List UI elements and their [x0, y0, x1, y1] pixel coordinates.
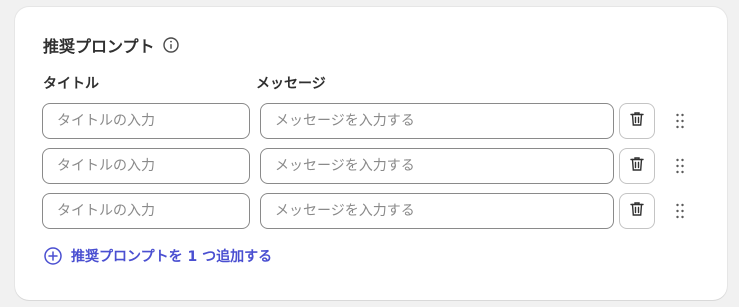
drag-handle-icon[interactable] [672, 111, 688, 131]
prompt-row [42, 193, 702, 229]
delete-prompt-button[interactable] [619, 193, 655, 229]
add-prompt-label: 推奨プロンプトを 1 つ追加する [71, 249, 273, 265]
plus-circle-icon [43, 246, 63, 266]
prompt-title-input[interactable] [42, 193, 250, 229]
drag-handle-icon[interactable] [672, 201, 688, 221]
prompt-message-input[interactable] [260, 193, 614, 229]
info-icon[interactable] [162, 36, 180, 54]
trash-icon [628, 155, 646, 177]
prompt-row [42, 148, 702, 184]
prompt-title-input[interactable] [42, 148, 250, 184]
prompt-message-input[interactable] [260, 103, 614, 139]
drag-handle-icon[interactable] [672, 156, 688, 176]
trash-icon [628, 110, 646, 132]
prompt-title-input[interactable] [42, 103, 250, 139]
trash-icon [628, 200, 646, 222]
suggested-prompts-card: 推奨プロンプト タイトル メッセージ タイトルの入力 メッセージを入力する タイ… [15, 7, 727, 300]
title-column-label: タイトル [43, 76, 99, 92]
add-prompt-button[interactable]: 推奨プロンプトを 1 つ追加する [43, 246, 272, 266]
prompt-message-input[interactable] [260, 148, 614, 184]
message-column-label: メッセージ [256, 76, 326, 92]
section-title: 推奨プロンプト [43, 37, 155, 56]
delete-prompt-button[interactable] [619, 148, 655, 184]
section-header: 推奨プロンプト [43, 33, 180, 57]
delete-prompt-button[interactable] [619, 103, 655, 139]
prompt-row [42, 103, 702, 139]
